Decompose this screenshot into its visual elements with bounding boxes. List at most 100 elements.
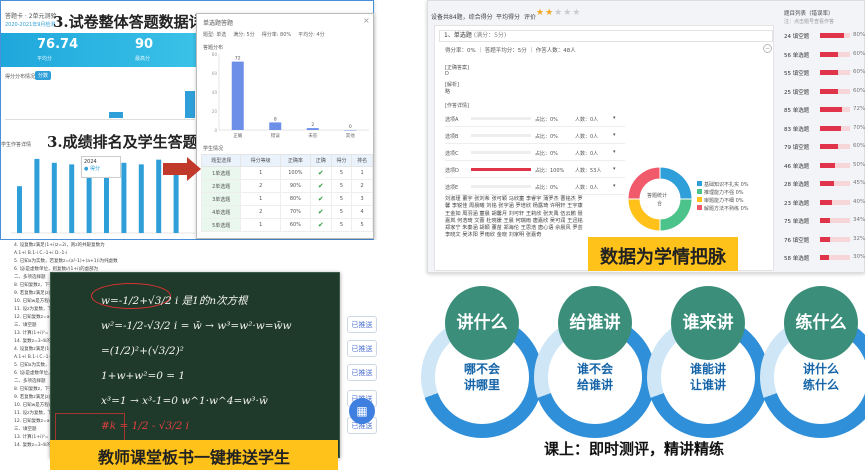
dist-bar-b <box>185 91 195 118</box>
table-row[interactable]: 2单选题 2 90% ✔ 5 2 <box>200 179 373 193</box>
question-list-item[interactable]: 46 单选题 50% <box>784 157 865 176</box>
table-cell: 1 <box>240 166 281 180</box>
popup-tab[interactable]: 满分: 5分 <box>233 31 254 38</box>
legend-swatch <box>697 197 702 202</box>
question-list-name: 85 单选题 <box>784 108 810 114</box>
option-rate: 占比：0% <box>535 134 558 140</box>
popup-tab[interactable]: 平均分: 4分 <box>298 31 324 38</box>
popup-bar-chart: 0 20 40 60 80 正确 72 错误 8 未答 2 其他 0 <box>212 52 369 139</box>
header-date: 2020-2021年9月检测 <box>5 22 56 28</box>
error-bar-fill <box>820 181 834 186</box>
table-cell: 5 <box>330 179 353 193</box>
chevron-down-icon[interactable]: ▾ <box>613 132 616 138</box>
legend-swatch <box>697 189 702 194</box>
table-cell: 3 <box>351 192 373 206</box>
score-bar <box>34 158 40 233</box>
table-cell: 1单选题 <box>200 166 242 180</box>
popup-close-icon[interactable]: × <box>363 16 370 25</box>
chevron-down-icon[interactable]: ▾ <box>613 149 616 155</box>
table-cell: 2 <box>240 179 281 193</box>
star-icon[interactable]: ★ <box>536 8 545 18</box>
option-row[interactable]: 选项E 占比：0% 人数：0人 ▾ <box>445 178 625 195</box>
question-list-item[interactable]: 75 单选题 34% <box>784 212 865 231</box>
score-bar <box>69 164 75 233</box>
option-count: 人数：0人 <box>575 117 599 123</box>
option-row[interactable]: 选项C 占比：0% 人数：0人 ▾ <box>445 144 625 161</box>
question-list-name: 23 单选题 <box>784 200 810 207</box>
caption-board: 教师课堂板书一键推送学生 <box>50 440 338 470</box>
chevron-down-icon[interactable]: ▾ <box>613 115 616 121</box>
table-row[interactable]: 4单选题 2 70% ✔ 5 4 <box>200 205 373 219</box>
arrow-head-icon <box>187 157 201 181</box>
pushed-button-2[interactable]: 已推送 <box>347 340 377 357</box>
question-list-item[interactable]: 58 单选题 30% <box>784 249 865 268</box>
star-icon[interactable]: ★ <box>572 8 581 18</box>
question-list-item[interactable]: 76 填空题 32% <box>784 231 865 250</box>
table-header: 正确 <box>309 154 332 167</box>
question-popup: 单选题答题 × 题型: 单选 满分: 5分 得分率: 80% 平均分: 4分 答… <box>196 13 374 239</box>
table-row[interactable]: 3单选题 1 80% ✔ 5 3 <box>200 192 373 206</box>
question-list-item[interactable]: 24 填空题 80% <box>784 27 865 46</box>
cycle-title: 给谁讲 <box>558 286 632 360</box>
score-bar <box>17 186 22 233</box>
question-list-name: 28 单选题 <box>784 182 810 188</box>
question-list-name: 58 单选题 <box>784 256 810 262</box>
section-title-overall: 3.试卷整体答题数据详情 <box>53 13 219 31</box>
x-tick-label: 错误 <box>271 132 280 139</box>
popup-tab[interactable]: 题型: 单选 <box>203 31 226 38</box>
score-bar <box>51 162 57 233</box>
table-cell: ✔ <box>309 166 332 180</box>
popup-tab[interactable]: 得分率: 80% <box>262 31 291 38</box>
question-list-item[interactable]: 56 单选题 60% <box>784 46 865 65</box>
table-header: 题型选择 <box>200 154 242 167</box>
collapse-icon[interactable]: − <box>763 44 772 53</box>
question-list-item[interactable]: 23 单选题 40% <box>784 194 865 213</box>
chevron-down-icon[interactable]: ▾ <box>613 183 616 189</box>
legend-item: 解题方法不熟练 0% <box>697 205 767 213</box>
popup-bar <box>231 61 244 130</box>
question-list-item[interactable]: 28 单选题 45% <box>784 175 865 194</box>
star-icon[interactable]: ★ <box>563 8 572 18</box>
table-cell: 1 <box>351 166 373 180</box>
question-list-item[interactable]: 79 填空题 60% <box>784 138 865 157</box>
board-line: x³=1 → x³-1=0 w^1·w^4=w³·w̄ <box>101 395 268 407</box>
question-list-item[interactable]: 85 单选题 72% <box>784 101 865 120</box>
legend-label: 基础知识不扎实 <box>704 182 740 188</box>
rating-stars: ★★★★★ <box>536 8 581 18</box>
question-title: 1、单选题 <box>444 32 472 39</box>
option-row[interactable]: 选项A 占比：0% 人数：0人 ▾ <box>445 110 625 127</box>
table-cell: 5单选题 <box>200 218 242 232</box>
stat-max-value: 90 <box>135 37 154 52</box>
error-bar-fill <box>820 70 838 75</box>
option-row[interactable]: 选项B 占比：0% 人数：0人 ▾ <box>445 127 625 144</box>
question-list-item[interactable]: 25 填空题 60% <box>784 83 865 102</box>
error-bar-fill <box>820 125 841 131</box>
table-cell: 5 <box>351 218 373 232</box>
stats-banner: 76.74 平均分 90 最高分 <box>1 33 197 67</box>
question-list-item[interactable]: 55 填空题 60% <box>784 64 865 83</box>
score-bar <box>173 165 179 233</box>
paper-line: 5. 已知a为实数，若复数z=(a²-1)+(a+1)i为纯虚数 <box>14 259 118 264</box>
star-icon[interactable]: ★ <box>554 8 563 18</box>
table-row[interactable]: 5单选题 1 60% ✔ 5 5 <box>200 218 373 232</box>
star-icon[interactable]: ★ <box>545 8 554 18</box>
push-button[interactable]: ▦ <box>349 398 375 424</box>
chevron-down-icon[interactable]: ▾ <box>613 166 616 172</box>
question-list-pct: 80% <box>853 32 865 38</box>
option-count: 人数：0人 <box>575 185 599 191</box>
option-row[interactable]: 选项D 占比：100% 人数：53人 ▾ <box>445 161 625 178</box>
table-cell: 1 <box>240 192 281 206</box>
pushed-button-3[interactable]: 已推送 <box>347 364 377 381</box>
student-table: 题型选择 得分等级 正确率 正确 得分 排名 1单选题 1 100% ✔ 5 1 2单选题 2 90% ✔ 5 2… <box>200 154 373 232</box>
table-cell: 4单选题 <box>200 205 242 219</box>
question-list-item[interactable]: 83 单选题 70% <box>784 120 865 139</box>
table-row[interactable]: 1单选题 1 100% ✔ 5 1 <box>200 166 373 180</box>
student-names: 刘淑瑾 董宇 张刘希 张可颖 马欣童 李睿宇 蒲罗杰 曹铭杰 罗馨 李锐佳 周晨… <box>445 196 583 239</box>
legend-item: 审题能力不细 0% <box>697 197 767 205</box>
pie-center-label: 答题统计 <box>647 193 668 199</box>
top-mid-text: 平均得分 <box>496 14 521 21</box>
pushed-button-1[interactable]: 已推送 <box>347 316 377 333</box>
option-bar-fill <box>471 168 531 171</box>
question-list: 24 填空题 80% 56 单选题 60% 55 填空题 60% 25 填空题 60% 85 单… <box>784 27 865 268</box>
legend-label: 解题方法不熟练 <box>704 206 740 212</box>
